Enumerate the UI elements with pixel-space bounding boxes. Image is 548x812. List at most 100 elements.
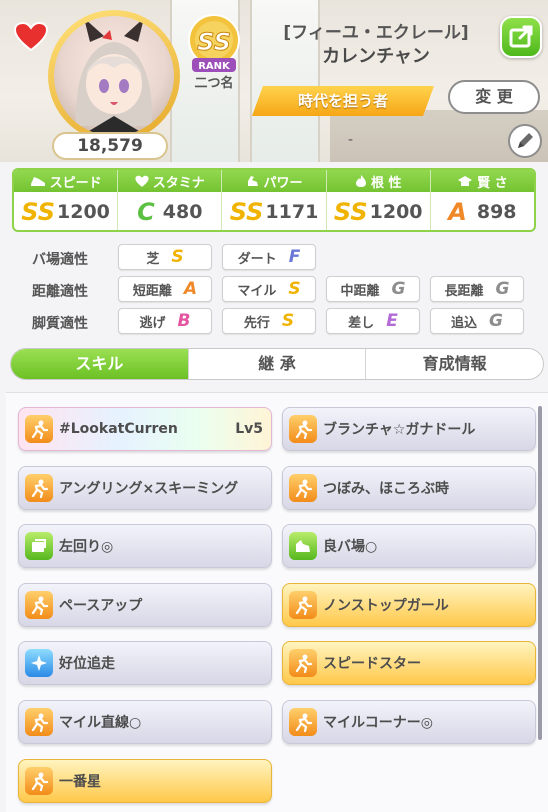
stat-stamina: スタミナ C 480 [118,170,223,230]
stat-value: 480 [162,201,203,223]
aptitude-dirt: ダート F [222,244,316,270]
aptitude-grade: G [495,279,510,299]
skill-name: ブランチャ☆ガナドール [323,422,476,438]
costume-title: [フィーユ・エクレール] [283,23,469,43]
aptitude-grade: S [171,247,184,267]
skill-name: 好位追走 [59,656,115,672]
track-aptitude-label: バ場適性 [32,252,88,268]
stat-label: スピード [49,175,102,191]
stat-label: 賢 さ [477,175,508,191]
stat-speed: スピード SS 1200 [14,170,119,230]
stat-grade: SS [21,198,56,226]
ground-icon [289,532,317,560]
skill-name: マイルコーナー◎ [323,715,433,731]
distance-aptitude-label: 距離適性 [32,284,88,300]
aptitude-grade: F [288,247,301,267]
skill-level: Lv5 [235,421,263,437]
stat-label: スタミナ [152,175,205,191]
detail-tabs: スキル 継 承 育成情報 [10,348,544,380]
stat-value: 1200 [369,201,423,223]
skill-name: つぼみ、ほころぶ時 [323,481,449,497]
aptitude-grade: B [177,311,191,331]
aptitude-chaser: 追込 G [430,308,524,334]
aptitude-grade: E [386,311,398,331]
run-icon [289,474,317,502]
favorite-heart-icon[interactable] [14,22,48,52]
tab-training-info[interactable]: 育成情報 [366,349,543,379]
flame-icon [355,175,366,187]
stat-label: 根 性 [370,175,402,191]
heart-icon [135,175,149,187]
skill-item[interactable]: ノンストップガール [282,583,536,627]
avatar-portrait [54,16,174,136]
skill-name: 一番星 [59,774,101,790]
stat-value: 1171 [265,201,319,223]
run-icon [289,415,317,443]
memo-text: - [348,132,354,148]
aptitude-grade: A [183,279,198,299]
stat-grade: A [448,198,467,226]
aptitude-turf: 芝S [118,244,212,270]
aptitude-sprint: 短距離 A [118,276,212,302]
run-icon [25,415,53,443]
skill-item[interactable]: アングリング×スキーミング [18,466,272,510]
skill-name: 左回り◎ [59,539,114,555]
aptitude-runner: 逃げ B [118,308,212,334]
aptitude-mile: マイル S [222,276,316,302]
stat-value: 1200 [57,201,110,223]
aptitude-grade: S [281,311,295,331]
skill-item[interactable]: スピードスター [282,641,536,685]
skill-name: マイル直線○ [59,715,142,731]
run-icon [289,708,317,736]
style-aptitude-label: 脚質適性 [32,316,88,332]
edit-button[interactable] [508,124,542,158]
graduation-cap-icon [458,175,473,186]
svg-text:RANK: RANK [198,61,231,72]
shoe-icon [30,177,45,186]
skill-item[interactable]: マイル直線○ [18,700,272,744]
character-name: カレンチャン [322,46,430,67]
stat-label: パワー [263,175,303,191]
skill-name: ペースアップ [59,598,143,614]
scrollbar[interactable] [538,406,542,740]
character-avatar[interactable] [48,10,180,142]
skill-item[interactable]: 左回り◎ [18,524,272,568]
tab-inheritance[interactable]: 継 承 [189,349,367,379]
skill-item[interactable]: ブランチャ☆ガナドール [282,407,536,451]
stat-power: パワー SS 1171 [222,170,327,230]
skill-list: #LookatCurren Lv5 ブランチャ☆ガナドール アングリング×スキー… [6,392,548,812]
muscle-icon [247,176,258,186]
skill-name: スピードスター [323,656,421,672]
fan-count: 18,579 [52,132,168,160]
skill-item[interactable]: #LookatCurren Lv5 [18,407,272,451]
tab-skills[interactable]: スキル [11,349,189,379]
run-icon [25,474,53,502]
share-icon [509,25,533,48]
skill-name: アングリング×スキーミング [59,481,239,497]
track-icon [25,532,53,560]
aptitude-leader: 先行 S [222,308,316,334]
rank-badge-icon: SS RANK [188,14,240,72]
run-icon [25,767,53,795]
aptitude-long: 長距離 G [430,276,524,302]
stat-grade: C [137,198,155,226]
aptitude-medium: 中距離 G [326,276,420,302]
svg-text:SS: SS [197,28,231,56]
stat-guts: 根 性 SS 1200 [326,170,431,230]
epithet-banner: 時代を担う者 [252,86,434,116]
change-epithet-button[interactable]: 変 更 [448,80,540,114]
stat-wit: 賢 さ A 898 [430,170,534,230]
profile-header: 18,579 SS RANK 二つ名 [フィーユ・エクレール] カレンチャン 時… [0,0,548,162]
skill-item[interactable]: つぼみ、ほころぶ時 [282,466,536,510]
aptitude-grade: G [489,311,503,331]
aptitude-betweener: 差し E [326,308,420,334]
run-icon [289,649,317,677]
share-button[interactable] [500,16,542,58]
sparkle-icon [25,649,53,677]
rank-label: 二つ名 [194,76,234,91]
skill-item[interactable]: マイルコーナー◎ [282,700,536,744]
skill-item[interactable]: ペースアップ [18,583,272,627]
skill-item[interactable]: 好位追走 [18,641,272,685]
skill-item[interactable]: 一番星 [18,759,272,803]
skill-item[interactable]: 良バ場○ [282,524,536,568]
